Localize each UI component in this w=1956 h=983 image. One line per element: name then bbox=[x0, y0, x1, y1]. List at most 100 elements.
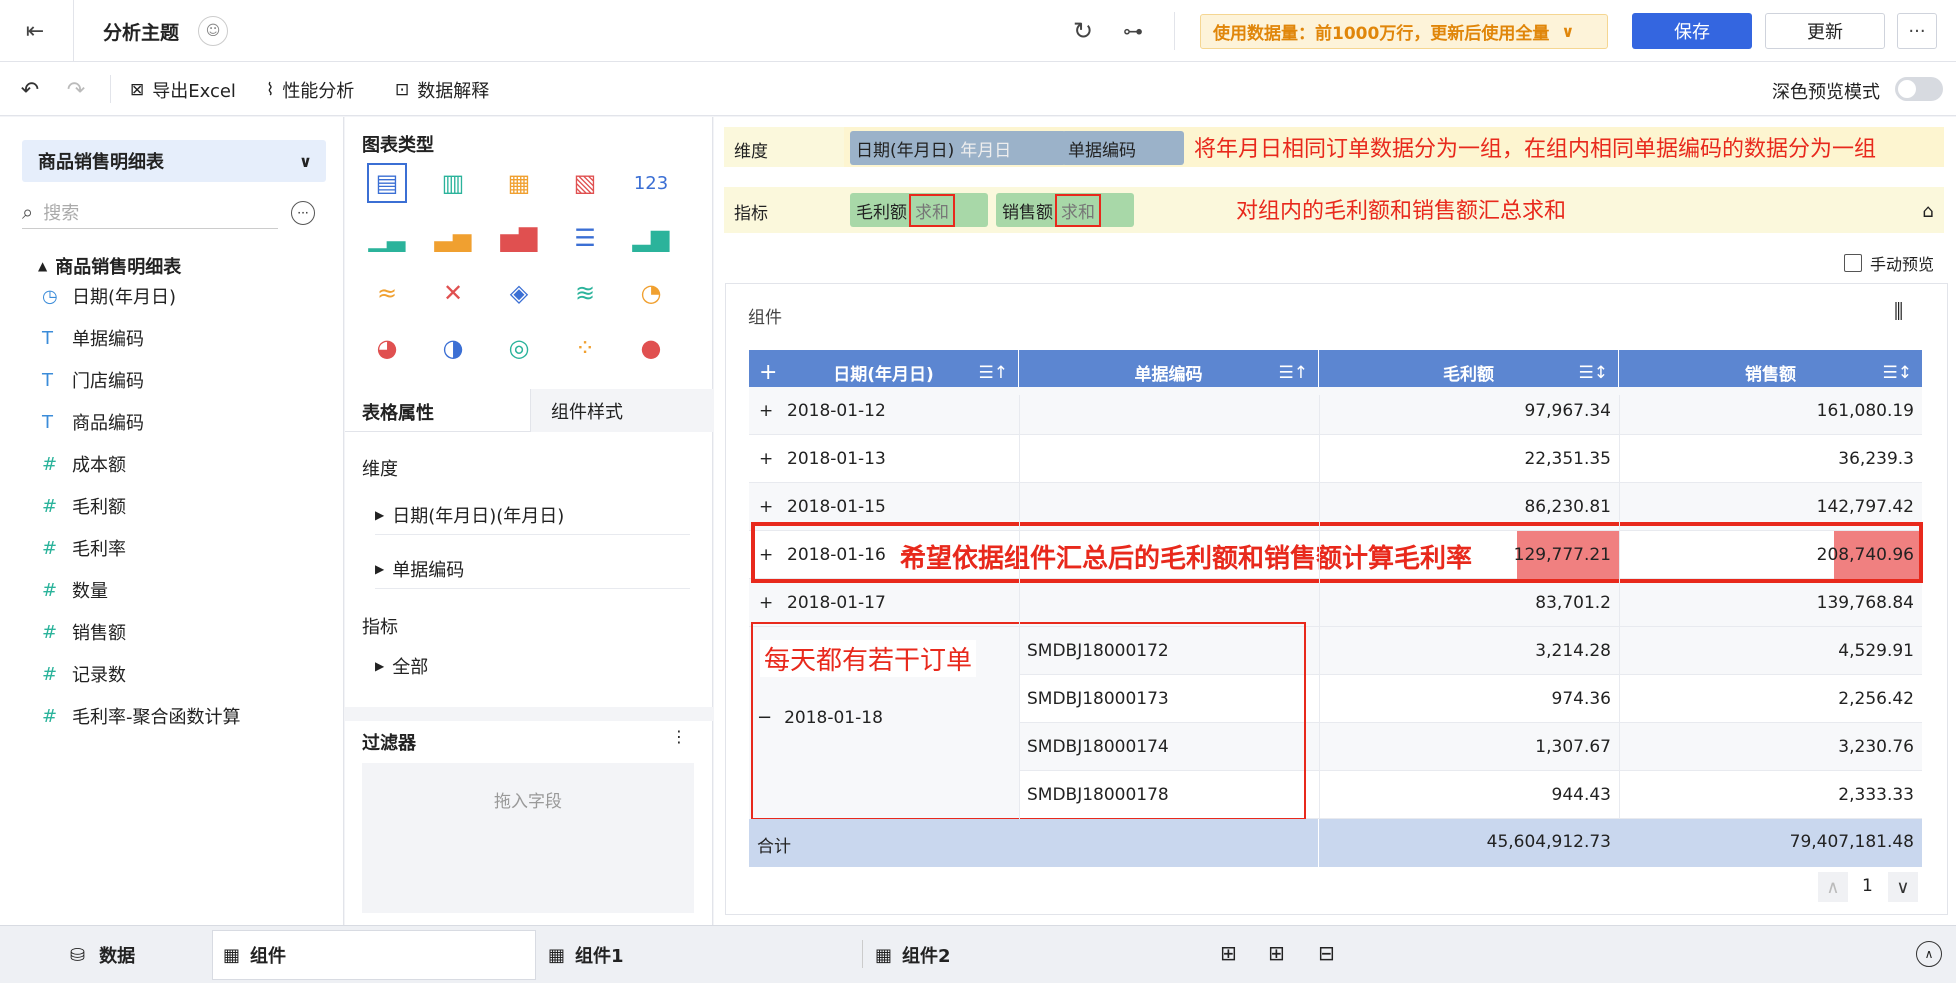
tab-table-props[interactable]: 表格属性 bbox=[362, 399, 434, 425]
column-icon[interactable]: ▅▇ bbox=[499, 218, 539, 258]
field-item[interactable]: # 毛利率 bbox=[42, 533, 126, 563]
clock-icon: ◷ bbox=[42, 285, 58, 307]
chevron-down-icon: ∨ bbox=[299, 151, 312, 171]
field-item[interactable]: # 记录数 bbox=[42, 659, 126, 689]
relation-icon[interactable]: ⊶ bbox=[1118, 16, 1148, 46]
exit-icon[interactable]: ⇤ bbox=[20, 16, 50, 46]
checkbox[interactable] bbox=[1844, 254, 1862, 272]
table-icon[interactable]: ▤ bbox=[367, 163, 407, 203]
expand-row-icon[interactable]: + bbox=[759, 387, 773, 435]
field-item[interactable]: ◷ 日期(年月日) bbox=[42, 281, 176, 311]
component-copy-icon[interactable]: ⌂ bbox=[1916, 199, 1940, 223]
table-row[interactable]: +2018-01-12 97,967.34 161,080.19 bbox=[749, 387, 1922, 435]
redo-icon[interactable]: ↷ bbox=[62, 76, 90, 104]
rose-icon[interactable]: ◑ bbox=[433, 328, 473, 368]
sort-icon[interactable]: ☰↑ bbox=[979, 363, 1008, 383]
annotation-group: 将年月日相同订单数据分为一组，在组内相同单据编码的数据分为一组 bbox=[1194, 137, 1877, 162]
record-count-icon: # bbox=[42, 663, 58, 685]
cell-date: 2018-01-13 bbox=[787, 449, 886, 469]
table-row[interactable]: +2018-01-13 22,351.35 36,239.3 bbox=[749, 435, 1922, 483]
radar-icon[interactable]: ✕ bbox=[433, 273, 473, 313]
tab-component1[interactable]: ▦ 组件1 bbox=[548, 942, 624, 968]
filter-dropzone[interactable]: 拖入字段 bbox=[362, 763, 694, 913]
sort-icon[interactable]: ☰↕ bbox=[1579, 363, 1608, 383]
page-next-icon[interactable]: ∨ bbox=[1888, 872, 1918, 902]
search-box[interactable]: ⌕ 搜索 bbox=[22, 195, 278, 229]
expand-row-icon[interactable]: + bbox=[759, 435, 773, 483]
dark-mode-toggle[interactable] bbox=[1895, 77, 1943, 101]
field-item[interactable]: # 销售额 bbox=[42, 617, 126, 647]
detail-table-icon[interactable]: ▦ bbox=[499, 163, 539, 203]
metric-pill-gross[interactable]: 毛利额 求和 bbox=[850, 193, 988, 227]
add-report-icon[interactable]: ⊟ bbox=[1318, 941, 1335, 965]
more-button[interactable]: ··· bbox=[1897, 13, 1937, 49]
cross-table-icon[interactable]: ▥ bbox=[433, 163, 473, 203]
data-explain-button[interactable]: ⊡ 数据解释 bbox=[395, 77, 489, 103]
save-button[interactable]: 保存 bbox=[1632, 13, 1752, 49]
table-icon: ▦ bbox=[875, 944, 893, 966]
donut-icon[interactable]: ◎ bbox=[499, 328, 539, 368]
expand-all-icon[interactable]: + bbox=[759, 360, 777, 385]
tab-component[interactable]: ▦ 组件 bbox=[212, 930, 536, 980]
field-item[interactable]: # 毛利率-聚合函数计算 bbox=[42, 701, 241, 731]
table-row[interactable]: +2018-01-17 83,701.2 139,768.84 bbox=[749, 579, 1922, 627]
gauge-icon[interactable]: ◔ bbox=[631, 273, 671, 313]
table-icon: ▦ bbox=[223, 944, 241, 966]
polar-icon[interactable]: ◈ bbox=[499, 273, 539, 313]
add-chart-icon[interactable]: ⊞ bbox=[1220, 941, 1237, 965]
field-item[interactable]: T 商品编码 bbox=[42, 407, 144, 437]
bar-group-icon[interactable]: ▁▃ bbox=[367, 218, 407, 258]
dim-item-code[interactable]: ▶ 单据编码 bbox=[375, 549, 690, 589]
dim-pill-code[interactable]: 单据编码 bbox=[1062, 131, 1184, 165]
tab-component-style[interactable]: 组件样式 bbox=[530, 389, 713, 432]
line-icon[interactable]: ≈ bbox=[367, 273, 407, 313]
sort-icon[interactable]: ☰↕ bbox=[1883, 363, 1912, 383]
dim-pill-date[interactable]: 日期(年月日) 年月日 bbox=[850, 131, 1066, 165]
area-icon[interactable]: ≋ bbox=[565, 273, 605, 313]
update-button[interactable]: 更新 bbox=[1765, 13, 1885, 49]
refresh-icon[interactable]: ↻ bbox=[1068, 16, 1098, 46]
export-excel-button[interactable]: ⊠ 导出Excel bbox=[130, 77, 236, 103]
field-item[interactable]: # 成本额 bbox=[42, 449, 126, 479]
field-item[interactable]: T 单据编码 bbox=[42, 323, 144, 353]
manual-preview[interactable]: 手动预览 bbox=[1844, 251, 1934, 275]
dim-item-date[interactable]: ▶ 日期(年月日)(年月日) bbox=[375, 495, 690, 535]
field-item[interactable]: # 数量 bbox=[42, 575, 108, 605]
cell-date: 2018-01-12 bbox=[787, 401, 886, 421]
pie-icon[interactable]: ◕ bbox=[367, 328, 407, 368]
scatter-icon[interactable]: ⁘ bbox=[565, 328, 605, 368]
page-number[interactable]: 1 bbox=[1862, 876, 1873, 896]
field-label: 日期(年月日) bbox=[72, 287, 177, 308]
search-icon: ⌕ bbox=[22, 199, 34, 224]
waterfall-icon[interactable]: ▂▆ bbox=[631, 218, 671, 258]
metric-item-all[interactable]: ▶ 全部 bbox=[375, 653, 428, 679]
col-header-label: 单据编码 bbox=[1134, 365, 1203, 385]
column-chart-icon[interactable]: ⫼ bbox=[1894, 299, 1903, 323]
tab-component2[interactable]: ▦ 组件2 bbox=[875, 942, 951, 968]
treemap-icon[interactable]: ▧ bbox=[565, 163, 605, 203]
kpi-number-icon[interactable]: 123 bbox=[631, 163, 671, 203]
total-gross: 45,604,912.73 bbox=[1486, 832, 1611, 852]
more-options-icon[interactable]: ··· bbox=[291, 201, 315, 225]
page-prev-icon[interactable]: ∧ bbox=[1818, 872, 1848, 902]
bar-icon[interactable]: ▃▅ bbox=[433, 218, 473, 258]
hbar-icon[interactable]: ☰ bbox=[565, 218, 605, 258]
expand-row-icon[interactable]: + bbox=[759, 579, 773, 627]
collapse-up-icon[interactable]: ∧ bbox=[1916, 941, 1942, 967]
undo-icon[interactable]: ↶ bbox=[16, 76, 44, 104]
data-notice[interactable]: 使用数据量：前1000万行，更新后使用全量 ∨ bbox=[1200, 14, 1608, 49]
field-item[interactable]: T 门店编码 bbox=[42, 365, 144, 395]
tree-root[interactable]: ▲ 商品销售明细表 bbox=[38, 253, 181, 279]
search-input[interactable]: 搜索 bbox=[43, 199, 79, 225]
perf-analysis-button[interactable]: ⌇ 性能分析 bbox=[266, 77, 354, 103]
field-item[interactable]: # 毛利额 bbox=[42, 491, 126, 521]
dataset-select[interactable]: 商品销售明细表 ∨ bbox=[22, 140, 326, 182]
metric-pill-sales[interactable]: 销售额 求和 bbox=[996, 193, 1134, 227]
add-dashboard-icon[interactable]: ⊞ bbox=[1268, 941, 1285, 965]
more-vertical-icon[interactable]: ⋮ bbox=[671, 727, 687, 746]
data-tab[interactable]: ⛁ 数据 bbox=[70, 942, 135, 968]
user-icon[interactable]: ☺ bbox=[198, 16, 228, 46]
cell-sales: 2,333.33 bbox=[1838, 785, 1914, 805]
bubble-icon[interactable]: ● bbox=[631, 328, 671, 368]
sort-icon[interactable]: ☰↑ bbox=[1279, 363, 1308, 383]
